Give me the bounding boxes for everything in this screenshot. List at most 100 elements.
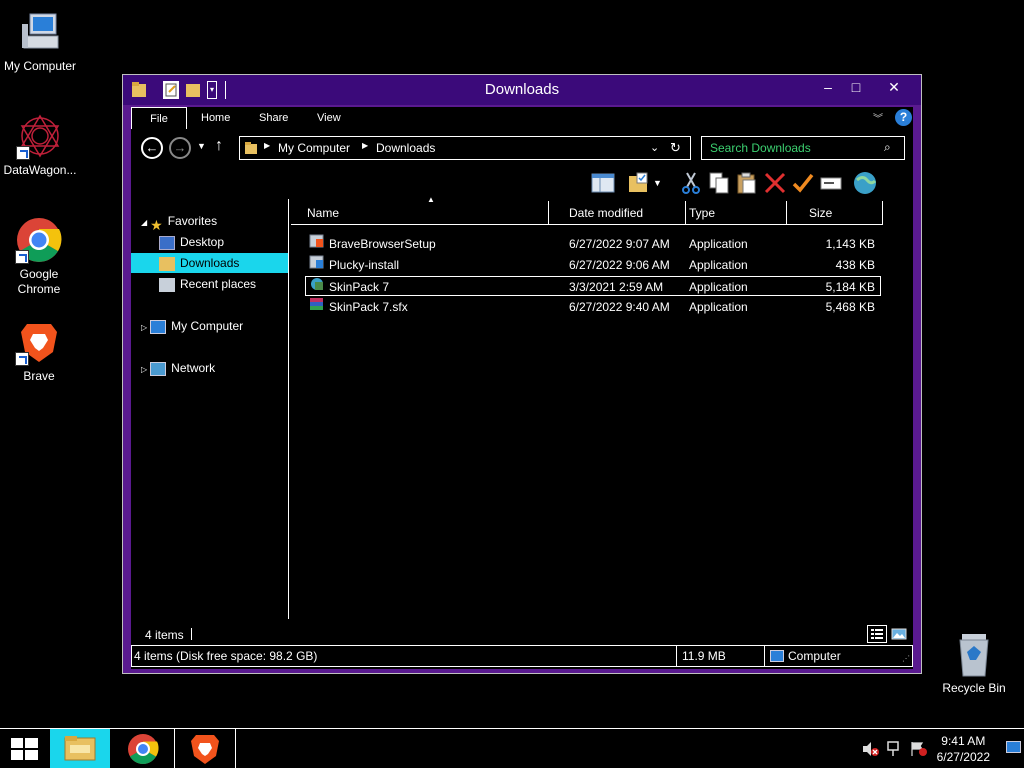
breadcrumb-downloads[interactable]: Downloads [376,141,435,155]
file-row[interactable]: SkinPack 7 3/3/2021 2:59 AM Application … [305,276,881,296]
back-button[interactable]: ← [141,137,163,159]
explorer-window[interactable]: ▾ Downloads – □ ✕ File Home Share View ︾… [122,74,922,674]
minimize-button[interactable]: – [815,78,841,96]
taskbar-clock[interactable]: 9:41 AM 6/27/2022 [937,733,990,765]
cut-icon[interactable] [679,171,703,195]
status-divider [764,646,765,666]
recent-locations-icon[interactable]: ▼ [197,141,206,151]
tab-view[interactable]: View [307,107,351,129]
search-icon[interactable]: ⌕ [884,140,891,155]
search-input[interactable] [710,140,880,156]
file-type: Application [689,237,748,251]
refresh-icon[interactable]: ↻ [670,140,681,156]
computer-icon [150,319,167,334]
breadcrumb-separator-icon: ▶ [362,141,369,150]
chrome-icon [15,216,63,264]
close-button[interactable]: ✕ [879,78,909,96]
nav-network-label: Network [171,361,216,375]
column-size[interactable]: Size [801,201,883,225]
desktop-icon-label: Brave [23,369,55,383]
file-name: Plucky-install [329,258,400,272]
column-type[interactable]: Type [681,201,787,225]
file-size: 438 KB [835,258,875,272]
volume-muted-icon[interactable] [862,741,880,757]
expand-arrow-icon: ▷ [141,323,148,332]
taskbar-explorer[interactable] [50,729,110,768]
folder-icon [244,141,258,155]
expand-arrow-icon: ▷ [141,365,148,374]
resize-grip-icon[interactable]: ⋰ [902,654,910,663]
file-row[interactable]: SkinPack 7.sfx 6/27/2022 9:40 AM Applica… [305,297,881,317]
nav-item-recent-places[interactable]: Recent places [159,274,287,294]
action-center-flag-icon[interactable] [910,741,928,757]
help-icon[interactable]: ? [895,109,912,126]
file-list: ▲ Name Date modified Type Size BraveBrow… [291,195,913,619]
desktop-icon-datawagon[interactable]: DataWagon... [0,112,80,178]
item-count-separator [191,628,192,640]
ribbon-tabs: File Home Share View ︾ ? [131,107,913,129]
address-dropdown-icon[interactable]: ⌄ [650,141,659,154]
tab-home[interactable]: Home [191,107,240,129]
file-type: Application [689,300,748,314]
desktop-icon-label: Recycle Bin [942,681,1006,695]
file-name: SkinPack 7.sfx [329,300,408,314]
computer-icon [770,650,784,662]
paste-icon[interactable] [735,171,759,195]
breadcrumb-separator-icon: ▶ [264,141,271,150]
start-button[interactable] [0,729,50,768]
nav-my-computer[interactable]: ▷ My Computer [141,316,243,336]
clock-time: 9:41 AM [941,734,986,748]
network-globe-icon[interactable] [853,171,877,195]
search-box[interactable]: ⌕ [701,136,905,160]
file-name: BraveBrowserSetup [329,237,436,251]
rename-icon[interactable] [819,171,843,195]
nav-item-desktop[interactable]: Desktop [159,232,287,252]
shortcut-arrow-icon [15,250,29,264]
nav-item-downloads[interactable]: Downloads [131,253,288,273]
column-name[interactable]: Name [299,201,549,225]
taskbar-brave[interactable] [174,729,236,768]
file-date: 3/3/2021 2:59 AM [569,280,664,294]
desktop-icon-chrome[interactable]: Google Chrome [0,216,79,297]
title-bar[interactable]: ▾ Downloads – □ ✕ [123,75,921,105]
folder-options-icon[interactable] [627,171,651,195]
nav-favorites-label: Favorites [167,214,218,228]
breadcrumb-my-computer[interactable]: My Computer [278,141,350,155]
status-bar: 4 items (Disk free space: 98.2 GB) 11.9 … [131,645,913,667]
desktop-icon-label: My Computer [3,59,77,73]
address-bar[interactable]: ▶ My Computer ▶ Downloads ⌄ ↻ [239,136,691,160]
nav-my-computer-label: My Computer [171,319,244,333]
file-size: 5,184 KB [825,280,875,294]
up-button[interactable]: ↑ [215,137,223,155]
desktop-icon-recycle-bin[interactable]: Recycle Bin [934,630,1014,696]
nav-favorites[interactable]: ◢ ★ Favorites [141,211,218,233]
network-status-icon[interactable] [886,741,904,757]
skinpack-icon [310,277,325,291]
brave-setup-icon [309,234,324,248]
file-row[interactable]: BraveBrowserSetup 6/27/2022 9:07 AM Appl… [305,234,881,254]
details-view-icon[interactable] [867,625,887,643]
desktop-icon-my-computer[interactable]: My Computer [0,8,80,74]
desktop-icon-brave[interactable]: Brave [0,318,79,384]
tab-share[interactable]: Share [249,107,298,129]
check-icon[interactable] [791,171,815,195]
maximize-button[interactable]: □ [843,78,869,96]
collapse-arrow-icon: ◢ [141,218,148,227]
show-desktop-icon[interactable] [1006,741,1021,753]
preview-pane-icon[interactable] [591,171,615,195]
tab-file[interactable]: File [131,107,187,129]
large-icons-view-icon[interactable] [891,626,907,642]
sfx-archive-icon [309,297,324,311]
file-row[interactable]: Plucky-install 6/27/2022 9:06 AM Applica… [305,255,881,275]
column-date-modified[interactable]: Date modified [561,201,686,225]
copy-icon[interactable] [707,171,731,195]
view-dropdown-icon[interactable]: ▼ [653,171,665,195]
forward-button[interactable]: → [169,137,191,159]
taskbar-chrome[interactable] [112,729,174,768]
nav-network[interactable]: ▷ Network [141,358,215,378]
ribbon-expand-icon[interactable]: ︾ [873,110,883,125]
file-type: Application [689,258,748,272]
desktop-icon [159,235,175,250]
delete-icon[interactable] [763,171,787,195]
datawagon-icon [16,112,64,160]
